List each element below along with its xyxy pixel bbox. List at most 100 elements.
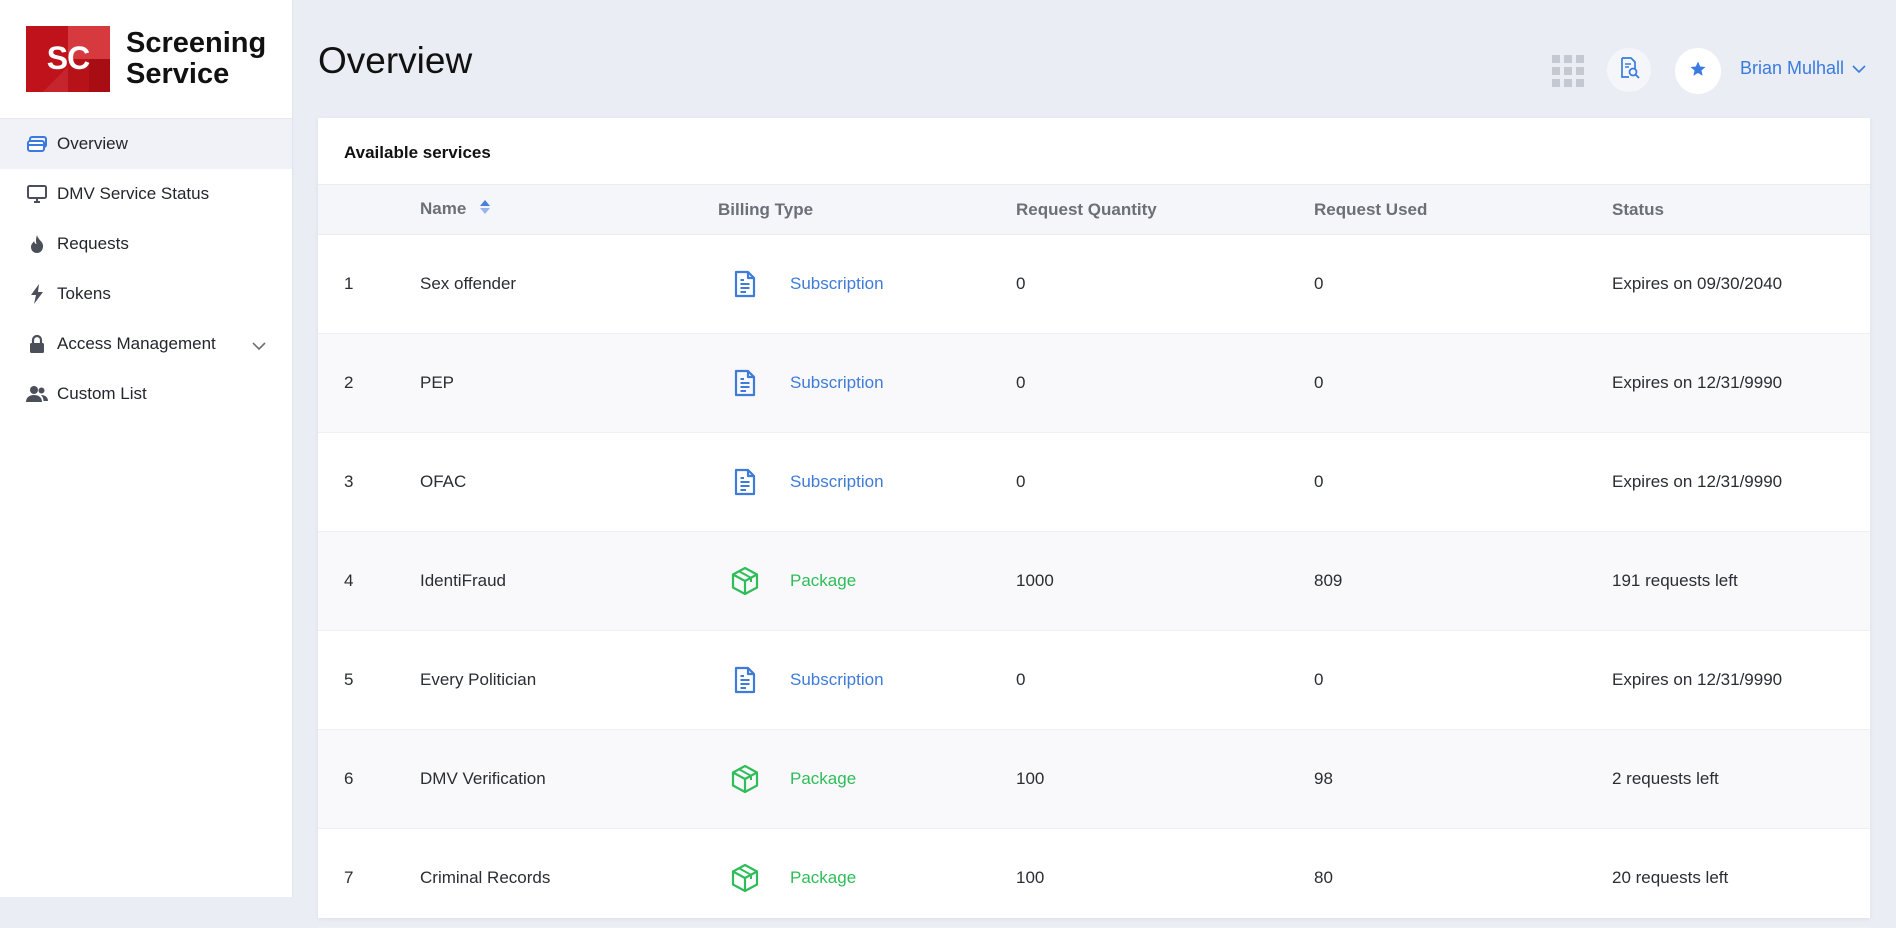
service-status: 2 requests left (1612, 769, 1719, 788)
table-row[interactable]: 7 Criminal Records Package 100 80 20 req… (318, 829, 1870, 928)
sidebar-item-custom-list[interactable]: Custom List (0, 369, 292, 419)
billing-type: Package (718, 730, 1016, 829)
billing-type-cell: Subscription (718, 267, 1016, 301)
logo: SC (26, 26, 110, 92)
billing-type-label: Package (790, 868, 857, 887)
brand-name-line2: Service (126, 58, 230, 90)
billing-type-cell: Subscription (718, 465, 1016, 499)
row-index: 1 (344, 274, 354, 293)
billing-type: Subscription (718, 433, 1016, 532)
request-used: 80 (1314, 868, 1333, 887)
sidebar-nav: Overview DMV Service Status Requests Tok… (0, 119, 292, 419)
service-name: DMV Verification (420, 769, 546, 788)
billing-type-header: Billing Type (718, 199, 814, 219)
document-search-button[interactable] (1607, 48, 1651, 92)
favorites-button[interactable] (1675, 48, 1721, 94)
billing-type: Subscription (718, 631, 1016, 730)
table-row[interactable]: 2 PEP Subscription 0 0 Expires on 12/31/… (318, 333, 1870, 433)
service-name: PEP (420, 373, 455, 392)
request-quantity: 100 (1016, 769, 1045, 788)
index-header (318, 185, 420, 235)
grid-apps-icon[interactable] (1552, 55, 1584, 87)
brand-name-line1: Screening (126, 27, 267, 59)
name-header[interactable]: Name (420, 185, 718, 235)
users-icon (26, 383, 48, 405)
row-index: 7 (344, 868, 354, 887)
sidebar-item-label: Overview (57, 134, 128, 153)
request-used: 0 (1314, 274, 1324, 293)
lightning-icon (26, 283, 48, 305)
lock-icon (26, 333, 48, 355)
service-status: 191 requests left (1612, 571, 1738, 590)
table-row[interactable]: 1 Sex offender Subscription 0 0 Expires … (318, 235, 1870, 334)
chevron-down-icon[interactable] (252, 336, 266, 356)
service-status: 20 requests left (1612, 868, 1729, 887)
row-index: 5 (344, 670, 354, 689)
document-search-icon (1618, 56, 1640, 84)
page-title: Overview (318, 40, 473, 81)
document-icon (728, 366, 762, 400)
brand[interactable]: SC Screening Service (0, 0, 292, 119)
card-title: Available services (344, 143, 491, 162)
services-table: Name Billing Type Request Quantity Reque… (318, 184, 1870, 928)
billing-type-cell: Subscription (718, 663, 1016, 697)
billing-type-label: Subscription (790, 373, 884, 392)
chevron-down-icon (1852, 58, 1866, 79)
service-status: Expires on 09/30/2040 (1612, 274, 1783, 293)
row-index: 3 (344, 472, 354, 491)
request-used: 0 (1314, 670, 1324, 689)
request-used: 0 (1314, 472, 1324, 491)
sidebar-item-requests[interactable]: Requests (0, 219, 292, 269)
table-row[interactable]: 5 Every Politician Subscription 0 0 Expi… (318, 631, 1870, 730)
sidebar-item-dmv-service-status[interactable]: DMV Service Status (0, 169, 292, 219)
request-quantity-header: Request Quantity (1016, 199, 1157, 219)
brand-name: Screening Service (126, 28, 266, 90)
sidebar-item-label: DMV Service Status (57, 184, 210, 203)
sidebar: SC Screening Service Overview DMV Servic… (0, 0, 293, 897)
service-name: Every Politician (420, 670, 537, 689)
sidebar-item-label: Custom List (57, 384, 147, 403)
row-index: 6 (344, 769, 354, 788)
row-index: 4 (344, 571, 354, 590)
document-icon (728, 267, 762, 301)
billing-type-label: Subscription (790, 472, 884, 491)
sidebar-item-label: Access Management (57, 334, 216, 353)
service-status: Expires on 12/31/9990 (1612, 373, 1783, 392)
package-icon (728, 564, 762, 598)
monitor-icon (26, 183, 48, 205)
available-services-card: Available services Name Billing Type Req… (318, 118, 1870, 928)
request-quantity: 100 (1016, 868, 1045, 887)
service-name: Sex offender (420, 274, 517, 293)
status-header: Status (1612, 199, 1664, 219)
billing-type: Subscription (718, 235, 1016, 334)
billing-type-cell: Subscription (718, 366, 1016, 400)
flame-icon (26, 233, 48, 255)
user-menu[interactable]: Brian Mulhall (1740, 58, 1866, 79)
service-name: Criminal Records (420, 868, 551, 887)
service-status: Expires on 12/31/9990 (1612, 670, 1783, 689)
request-used: 809 (1314, 571, 1343, 590)
billing-type-label: Subscription (790, 274, 884, 293)
request-quantity: 1000 (1016, 571, 1054, 590)
billing-type-cell: Package (718, 861, 1016, 895)
billing-type: Package (718, 829, 1016, 928)
billing-type-cell: Package (718, 564, 1016, 598)
package-icon (728, 762, 762, 796)
table-row[interactable]: 4 IdentiFraud Package 1000 809 191 reque… (318, 531, 1870, 631)
star-icon (1689, 60, 1707, 83)
billing-type-label: Package (790, 769, 857, 788)
sidebar-item-overview[interactable]: Overview (0, 119, 292, 169)
service-status: Expires on 12/31/9990 (1612, 472, 1783, 491)
sidebar-item-label: Tokens (57, 284, 111, 303)
table-row[interactable]: 3 OFAC Subscription 0 0 Expires on 12/31… (318, 433, 1870, 532)
billing-type-label: Package (790, 571, 857, 590)
sidebar-item-tokens[interactable]: Tokens (0, 269, 292, 319)
billing-type: Package (718, 532, 1016, 631)
billing-type: Subscription (718, 334, 1016, 433)
row-index: 2 (344, 373, 354, 392)
table-row[interactable]: 6 DMV Verification Package 100 98 2 requ… (318, 729, 1870, 829)
sidebar-item-access-management[interactable]: Access Management (0, 319, 292, 369)
billing-type-cell: Package (718, 762, 1016, 796)
name-header-label: Name (420, 198, 467, 218)
sort-icon[interactable] (479, 199, 491, 220)
